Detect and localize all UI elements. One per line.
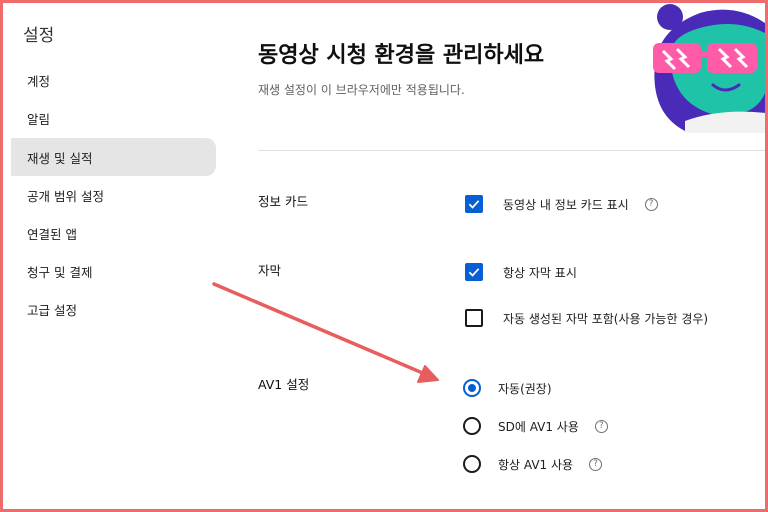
sidebar-item-connected-apps[interactable]: 연결된 앱 — [11, 214, 216, 252]
show-info-cards-checkbox[interactable] — [465, 195, 483, 213]
av1-auto-label: 자동(권장) — [498, 381, 552, 396]
always-show-captions-label: 항상 자막 표시 — [503, 265, 577, 280]
av1-option-sd: SD에 AV1 사용 ? — [463, 417, 608, 435]
av1-always-label: 항상 AV1 사용 — [498, 457, 574, 472]
info-cards-option: 동영상 내 정보 카드 표시 ? — [465, 195, 658, 213]
radio-selected-dot — [468, 384, 476, 392]
settings-sidebar: 설정 계정 알림 재생 및 실적 공개 범위 설정 연결된 앱 청구 및 결제 … — [3, 3, 225, 509]
sidebar-item-playback[interactable]: 재생 및 실적 — [11, 138, 216, 176]
show-info-cards-label: 동영상 내 정보 카드 표시 — [503, 197, 629, 212]
sidebar-item-label: 재생 및 실적 — [27, 150, 93, 166]
av1-always-radio[interactable] — [463, 455, 481, 473]
sidebar-title: 설정 — [23, 26, 55, 46]
sidebar-item-label: 고급 설정 — [27, 302, 77, 318]
av1-sd-label: SD에 AV1 사용 — [498, 419, 579, 434]
info-cards-section-label: 정보 카드 — [258, 194, 308, 209]
always-show-captions-checkbox[interactable] — [465, 263, 483, 281]
av1-sd-radio[interactable] — [463, 417, 481, 435]
av1-option-always: 항상 AV1 사용 ? — [463, 455, 603, 473]
sidebar-item-account[interactable]: 계정 — [11, 61, 216, 99]
sidebar-item-privacy[interactable]: 공개 범위 설정 — [11, 176, 216, 214]
help-icon[interactable]: ? — [589, 457, 603, 471]
captions-option-auto: 자동 생성된 자막 포함(사용 가능한 경우) — [465, 309, 708, 327]
captions-option-always: 항상 자막 표시 — [465, 263, 577, 281]
help-icon[interactable]: ? — [594, 419, 608, 433]
page-subtitle: 재생 설정이 이 브라우저에만 적용됩니다. — [258, 83, 465, 97]
checkmark-icon — [468, 200, 480, 209]
captions-section-label: 자막 — [258, 263, 282, 278]
playback-settings-panel: 동영상 시청 환경을 관리하세요 재생 설정이 이 브라우저에만 적용됩니다. … — [258, 3, 768, 509]
av1-auto-radio[interactable] — [463, 379, 481, 397]
sidebar-item-label: 청구 및 결제 — [27, 264, 93, 280]
help-icon[interactable]: ? — [644, 197, 658, 211]
divider — [258, 150, 765, 151]
sidebar-item-label: 연결된 앱 — [27, 226, 77, 242]
page-title: 동영상 시청 환경을 관리하세요 — [258, 43, 545, 68]
sidebar-item-label: 알림 — [27, 111, 51, 127]
sidebar-item-label: 공개 범위 설정 — [27, 188, 104, 204]
sidebar-item-advanced[interactable]: 고급 설정 — [11, 290, 216, 328]
sidebar-item-notifications[interactable]: 알림 — [11, 99, 216, 137]
sidebar-item-label: 계정 — [27, 73, 51, 89]
annotation-arrow-icon — [212, 282, 439, 383]
include-auto-captions-checkbox[interactable] — [465, 309, 483, 327]
include-auto-captions-label: 자동 생성된 자막 포함(사용 가능한 경우) — [503, 311, 709, 326]
checkmark-icon — [468, 268, 480, 277]
sidebar-item-billing[interactable]: 청구 및 결제 — [11, 252, 216, 290]
av1-option-auto: 자동(권장) — [463, 379, 552, 397]
